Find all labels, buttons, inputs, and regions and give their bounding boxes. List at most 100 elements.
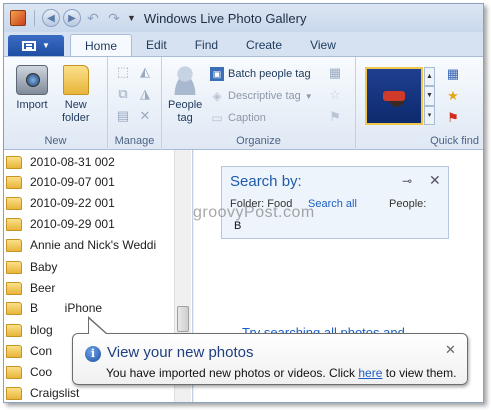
forward-icon[interactable]: ▶ [63,9,81,27]
qat-dropdown-icon[interactable]: ▼ [127,13,136,23]
tab-home[interactable]: Home [70,34,133,56]
list-item[interactable]: Baby [6,257,57,277]
scrollbar-thumb[interactable] [177,306,189,332]
rotate-right-icon[interactable]: ◮ [138,87,152,101]
list-item[interactable]: Coo [6,362,52,382]
delete-icon[interactable]: ✕ [138,109,152,123]
list-item[interactable]: Con [6,341,52,361]
search-by-title: Search by: [230,173,302,190]
folder-icon [6,387,22,400]
tab-view[interactable]: View [296,34,350,56]
folder-icon [6,261,22,274]
new-folder-button[interactable]: New folder [62,65,90,125]
new-group: Import New folder New [4,57,108,150]
folder-icon [6,324,22,337]
people-tag-label-1: People [168,99,203,111]
manage-group: ⬚ ◭ ⧉ ◮ ▤ ✕ Manage [108,57,162,150]
organize-group-label: Organize [236,135,281,147]
new-folder-label-2: folder [62,112,90,124]
close-icon[interactable]: ✕ [445,342,456,358]
folder-icon [6,197,22,210]
info-icon: i [85,346,101,362]
thumbnail-scroller: ▲ ▼ ▾ [424,67,435,125]
person-icon [169,65,202,95]
scroll-down-icon[interactable]: ▼ [424,86,435,106]
chevron-down-icon: ▼ [42,41,50,50]
organize-group: People tag ▣ Batch people tag ◈ Descript… [162,57,356,150]
expand-icon[interactable]: ▾ [424,105,435,125]
batch-people-tag-button[interactable]: ▣ Batch people tag [210,67,311,81]
list-item[interactable]: blog [6,320,53,340]
balloon-tail-inner [89,319,106,334]
caption-label: Caption [228,112,266,124]
window-title: Windows Live Photo Gallery [143,10,307,26]
tab-create[interactable]: Create [232,34,296,56]
search-by-panel: Search by: ⊸ ✕ Folder: Food Search all P… [221,166,449,239]
people-tag-label-2: tag [177,112,193,124]
people-label: People: [389,198,427,210]
caption-button[interactable]: ▭ Caption [210,111,266,125]
tag-icon: ◈ [212,89,222,103]
chevron-down-icon: ▼ [304,91,313,101]
people-thumbnail[interactable] [365,67,423,125]
manage-group-label: Manage [114,135,155,147]
redo-icon[interactable]: ↷ [105,9,123,27]
batch-tag-icon: ▣ [210,67,224,81]
search-all-link[interactable]: Search all [308,198,357,210]
balloon-title: View your new photos [107,344,254,361]
ribbon-tabs: ▼ Home Edit Find Create View [4,32,483,56]
pin-icon[interactable]: ⊸ [402,174,412,188]
caption-icon: ▭ [211,111,223,125]
list-item[interactable]: Annie and Nick's Weddi [6,235,156,255]
camera-icon [16,65,48,95]
list-item[interactable]: 2010-09-07 001 [6,172,115,192]
quick-find-group-label: Quick find [430,135,479,147]
red-flag-icon[interactable]: ⚑ [444,111,462,125]
import-button[interactable]: Import [16,65,48,112]
folder-icon [6,282,22,295]
list-item[interactable]: 2010-08-31 002 [6,152,115,172]
folder-icon [6,366,22,379]
new-group-label: New [44,135,67,147]
folder-icon [6,218,22,231]
file-menu-icon [22,40,37,51]
app-icon[interactable] [10,10,26,26]
people-tag-button[interactable]: People tag [168,65,202,125]
folder-icon [6,239,22,252]
list-item[interactable]: Craigslist [6,383,79,402]
calendar-icon[interactable]: ▦ [444,67,462,81]
select-all-icon[interactable]: ⬚ [116,65,130,79]
title-bar: ◀ ▶ ↶ ↷ ▼ Windows Live Photo Gallery [4,4,483,32]
back-icon[interactable]: ◀ [42,9,60,27]
batch-people-tag-label: Batch people tag [228,68,311,80]
folder-icon [62,65,89,95]
watermark: groovyPost.com [193,204,315,221]
paste-icon[interactable]: ▤ [116,109,130,123]
tab-find[interactable]: Find [181,34,232,56]
list-item[interactable]: B iPhone [6,298,102,318]
star-icon[interactable]: ★ [444,89,462,103]
import-label: Import [16,99,48,111]
folder-icon [6,176,22,189]
list-item[interactable]: 2010-09-22 001 [6,193,115,213]
tab-edit[interactable]: Edit [132,34,181,56]
folder-icon [6,156,22,169]
folder-icon [6,302,22,315]
undo-icon[interactable]: ↶ [84,9,102,27]
descriptive-tag-label: Descriptive tag [228,90,301,102]
close-icon[interactable]: ✕ [429,172,441,189]
balloon-message: You have imported new photos or videos. … [106,366,457,380]
list-item[interactable]: Beer [6,278,55,298]
copy-icon[interactable]: ⧉ [116,87,130,101]
rating-star-icon[interactable]: ☆ [328,88,342,102]
geotag-icon[interactable]: ▦ [328,66,342,80]
descriptive-tag-button[interactable]: ◈ Descriptive tag ▼ [210,89,313,103]
list-item[interactable]: 2010-09-29 001 [6,214,115,234]
flag-icon[interactable]: ⚑ [328,110,342,124]
here-link[interactable]: here [358,366,382,380]
scroll-up-icon[interactable]: ▲ [424,67,435,87]
folder-icon [6,345,22,358]
file-menu-button[interactable]: ▼ [8,35,64,56]
rotate-icon[interactable]: ◭ [138,65,152,79]
ribbon: Import New folder New ⬚ ◭ ⧉ ◮ ▤ ✕ Manage… [4,56,483,150]
